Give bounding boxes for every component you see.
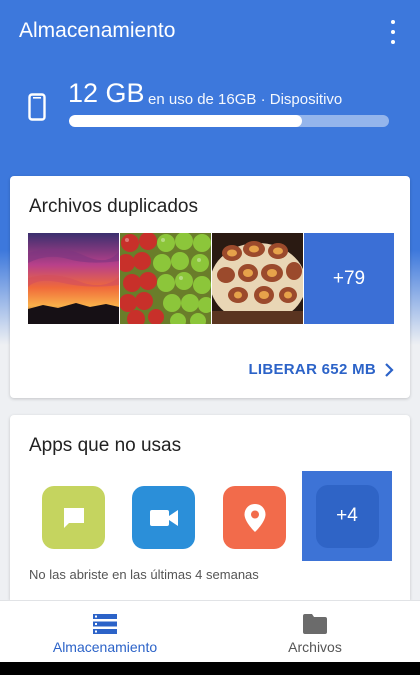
free-space-label: LIBERAR 652 MB [248,361,376,378]
folder-icon [303,614,327,634]
phone-icon [28,93,46,121]
figs-tart-photo[interactable] [212,233,303,324]
page-title: Almacenamiento [19,19,176,42]
apples-photo[interactable] [120,233,211,324]
unused-apps-note: No las abriste en las últimas 4 semanas [29,567,259,582]
storage-icon [93,614,117,634]
storage-progress-fill [69,115,302,127]
duplicates-thumbnails: +79 [28,233,400,324]
bottom-navigation: Almacenamiento Archivos [0,600,420,662]
nav-label-storage: Almacenamiento [52,639,158,655]
video-camera-icon [149,509,178,526]
unused-apps-row: +4 [10,471,410,561]
duplicates-card[interactable]: Archivos duplicados +79 LIBERAR 652 MB [10,176,410,398]
free-space-button[interactable]: LIBERAR 652 MB [248,361,394,378]
system-bar [0,662,420,675]
duplicates-title: Archivos duplicados [29,196,198,217]
nav-label-files: Archivos [288,639,342,655]
map-pin-icon [244,503,265,532]
messages-app-icon[interactable] [42,486,105,549]
chat-bubble-icon [63,507,84,528]
storage-summary: 12 GB en uso de 16GB · Dispositivo [0,78,420,138]
app-bar: Almacenamiento [0,0,420,62]
more-apps-count: +4 [336,505,358,526]
sunset-photo[interactable] [28,233,119,324]
unused-apps-card[interactable]: Apps que no usas +4 No las abriste en la… [10,415,410,600]
maps-app-icon[interactable] [223,486,286,549]
more-vert-icon[interactable] [386,20,400,44]
nav-item-files[interactable]: Archivos [210,601,420,663]
more-duplicates-thumb[interactable]: +79 [304,233,394,324]
more-apps-icon: +4 [315,484,379,548]
video-app-icon[interactable] [132,486,195,549]
nav-item-storage[interactable]: Almacenamiento [0,601,210,663]
storage-progress-bar [69,115,389,127]
unused-apps-title: Apps que no usas [29,435,182,456]
storage-description: en uso de 16GB · Dispositivo [148,91,343,108]
chevron-right-icon [385,362,394,377]
storage-used: 12 GB [68,78,145,108]
more-duplicates-count: +79 [332,267,366,289]
more-apps-tile[interactable]: +4 [302,471,392,561]
